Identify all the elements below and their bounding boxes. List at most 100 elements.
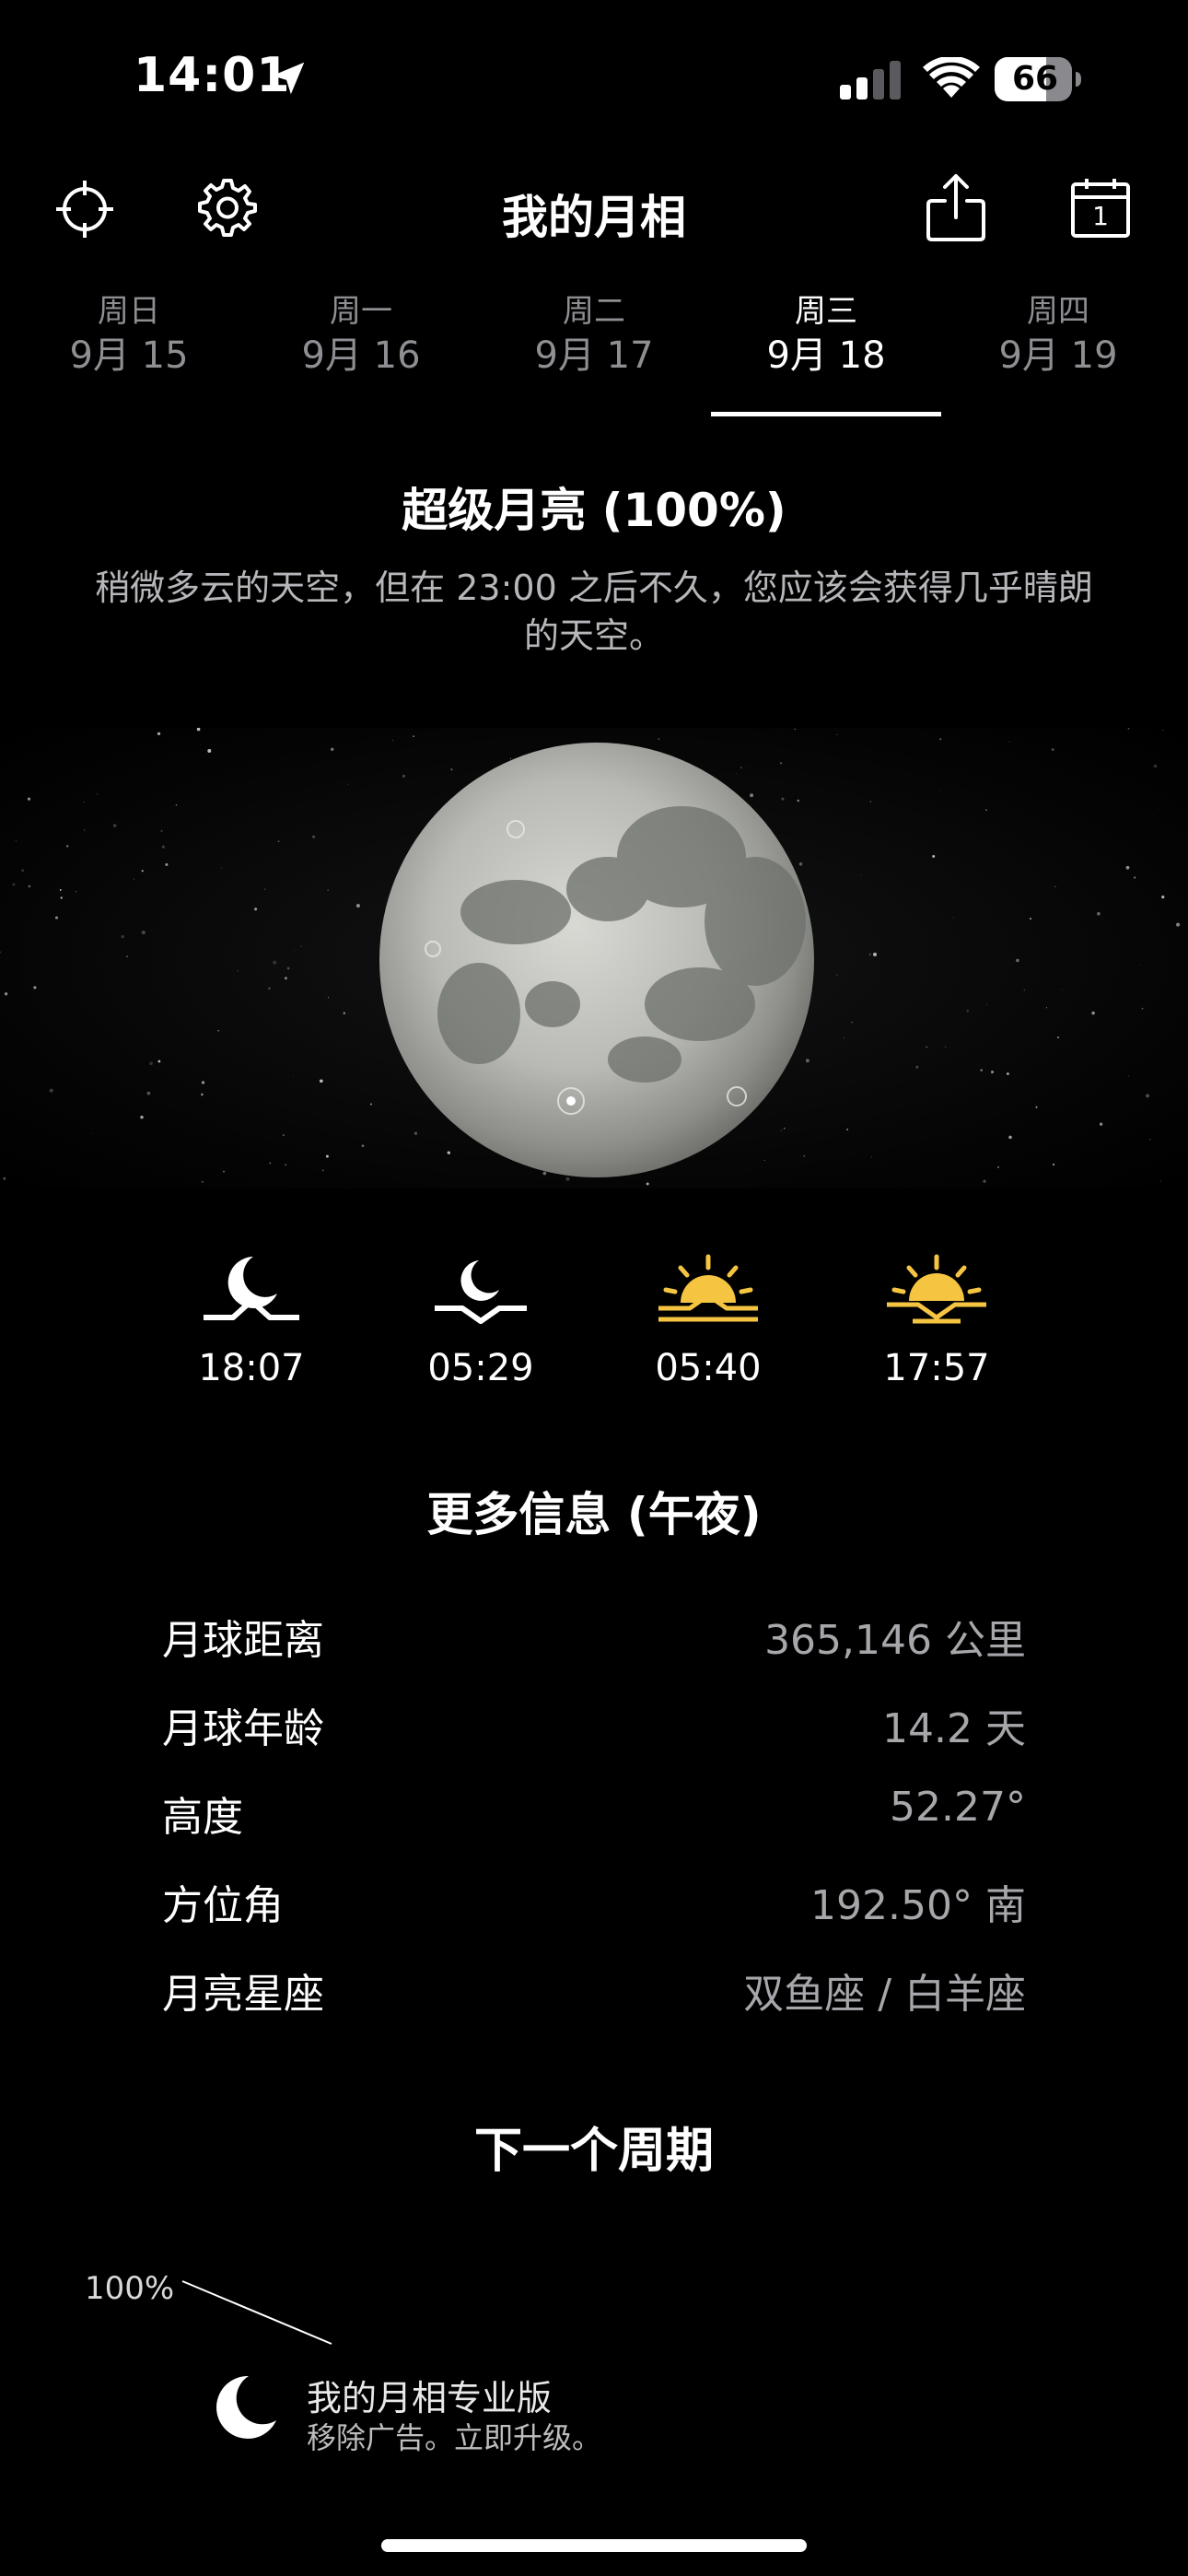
promo-title[interactable]: 我的月相专业版 [307,2370,552,2420]
star [200,744,202,746]
star [447,1151,450,1154]
star [658,738,660,740]
star [91,1133,92,1134]
crescent-moon-icon [216,2375,276,2439]
info-value: 14.2 天 [882,1705,1026,1752]
star [784,1128,786,1130]
star [1061,989,1063,990]
star [836,974,838,976]
share-icon[interactable] [921,171,991,245]
star [175,803,178,806]
star [1099,1122,1103,1126]
calendar-icon[interactable]: 1 [1068,175,1133,240]
star [1057,1036,1059,1038]
star [926,1046,927,1048]
star [781,797,785,801]
star [316,1167,318,1169]
star [450,767,453,771]
star [286,966,290,970]
star [1125,865,1130,870]
star [207,749,212,753]
star [392,740,393,742]
star [763,1160,765,1162]
star [121,935,124,939]
star [327,997,330,999]
star [355,904,360,908]
moonrise-icon [204,1257,299,1320]
tab-wednesday[interactable]: 周三 9月 18 [710,291,942,380]
tab-sunday[interactable]: 周日 9月 15 [13,291,245,380]
info-label: 方位角 [162,1882,284,1929]
star [1053,1164,1055,1165]
star [413,735,414,737]
tab-date-label: 9月 19 [998,334,1118,377]
tab-day-label: 周三 [795,293,857,330]
star [264,888,266,890]
star [1008,742,1010,743]
star [836,733,838,735]
star [1161,896,1165,899]
star [1045,1007,1047,1009]
star [735,773,737,775]
star [779,762,783,765]
home-indicator[interactable] [381,2539,807,2552]
star [1139,964,1141,966]
star [985,809,987,812]
star [983,1179,986,1183]
tab-monday[interactable]: 周一 9月 16 [245,291,477,380]
info-value: 192.50° 南 [810,1882,1026,1929]
sunset-time: 17:57 [883,1347,990,1389]
star [140,1115,144,1119]
star [347,784,349,786]
sunset-icon [887,1254,986,1324]
tab-tuesday[interactable]: 周二 9月 17 [478,291,710,380]
star [27,797,31,801]
star [915,1065,919,1069]
star [990,1071,995,1074]
calendar-day-number: 1 [1092,201,1109,231]
tab-day-label: 周二 [563,293,625,330]
promo-subtitle[interactable]: 移除广告。立即升级。 [307,2415,601,2457]
star [750,793,754,798]
star [293,1074,294,1076]
star [1023,989,1026,991]
info-row-zodiac: 月亮星座 双鱼座 / 白羊座 [162,1961,1026,2049]
star [321,1169,324,1172]
star [165,863,169,866]
star [96,793,98,795]
star [402,774,406,778]
star [932,855,936,858]
star [646,1182,649,1186]
star [565,1177,570,1181]
star [60,896,63,899]
star [84,829,86,831]
star [794,728,796,731]
star [369,1103,373,1106]
star [939,738,942,741]
star [860,874,862,876]
star [157,732,161,736]
star [1091,1011,1095,1015]
star [146,1091,151,1095]
star [1054,885,1056,887]
info-row-azimuth: 方位角 192.50° 南 [162,1872,1026,1961]
star [149,1061,153,1066]
info-row-altitude: 高度 52.27° [162,1784,1026,1872]
star [1162,730,1164,732]
star [1051,748,1054,752]
sky-forecast: 稍微多云的天空，但在 23:00 之后不久，您应该会获得几乎晴朗的天空。 [95,568,1093,656]
info-row-distance: 月球距离 365,146 公里 [162,1607,1026,1695]
star [196,728,201,732]
star [1097,912,1101,916]
star [797,799,800,802]
star [282,1133,285,1137]
star [1141,1007,1144,1010]
page-title: 我的月相 [502,191,686,244]
tab-thursday[interactable]: 周四 9月 19 [942,291,1174,380]
star [966,1009,969,1013]
sunrise-item: 05:40 [639,1253,777,1389]
tab-date-label: 9月 15 [69,334,189,377]
wifi-icon [923,57,980,98]
tab-date-label: 9月 16 [301,334,421,377]
star [938,790,940,791]
